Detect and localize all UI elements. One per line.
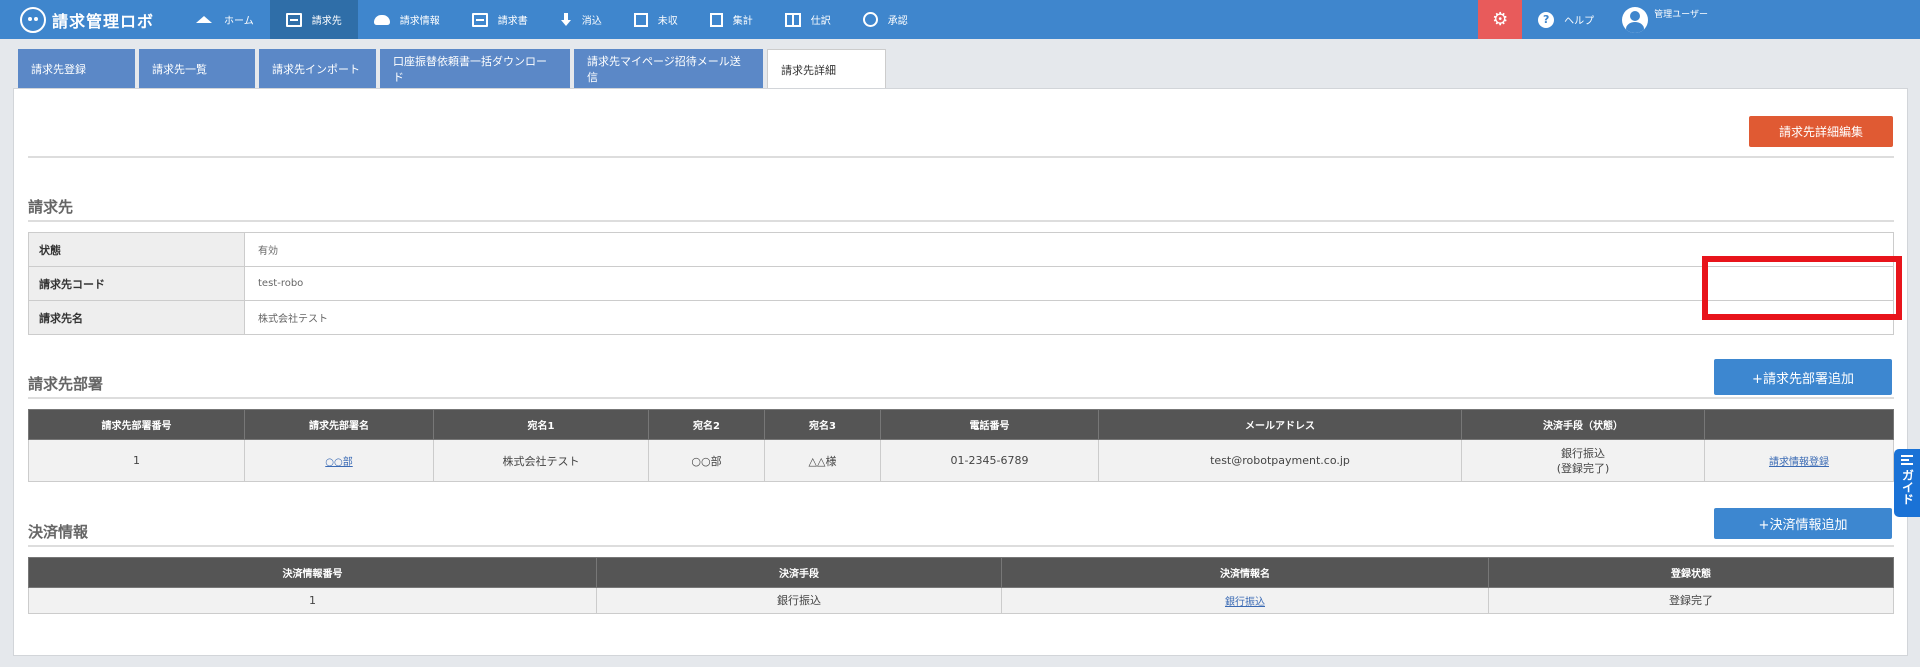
add-department-button[interactable]: +請求先部署追加 <box>1714 359 1892 395</box>
edit-client-button[interactable]: 請求先詳細編集 <box>1749 116 1893 147</box>
client-name-key: 請求先名 <box>28 300 245 335</box>
avatar-icon <box>1622 6 1649 33</box>
add-payment-button[interactable]: +決済情報追加 <box>1714 508 1892 539</box>
dept-addr1: 株式会社テスト <box>433 439 649 482</box>
tab-mypage-invite[interactable]: 請求先マイページ招待メール送信 <box>574 49 763 88</box>
column-header: 決済手段 <box>596 557 1002 588</box>
columns-icon <box>784 12 801 27</box>
billing-info-table: 状態 有効 請求先コード test-robo 請求先名 株式会社テスト <box>28 232 1894 335</box>
column-header: 宛名2 <box>648 409 765 440</box>
help-icon: ? <box>1538 11 1555 28</box>
dept-email: test@robotpayment.co.jp <box>1098 439 1462 482</box>
cloud-icon <box>373 14 390 25</box>
departments-section-title: 請求先部署 <box>28 375 104 393</box>
nav-unpaid[interactable]: 未収 <box>618 0 694 39</box>
table-row: 請求先名 株式会社テスト <box>28 300 1894 335</box>
departments-table: 請求先部署番号 請求先部署名 宛名1 宛名2 宛名3 電話番号 メールアドレス … <box>28 409 1894 482</box>
header-tools: ⚙ ? ヘルプ 管理ユーザー <box>1478 0 1920 39</box>
robot-logo-icon <box>20 6 46 33</box>
table-header-row: 決済情報番号 決済手段 決済情報名 登録状態 <box>28 557 1894 588</box>
sub-tabs: 請求先登録 請求先一覧 請求先インポート 口座振替依頼書一括ダウンロード 請求先… <box>18 49 886 90</box>
main-nav: ホーム 請求先 請求情報 請求書 消込 未収 集計 仕訳 承認 <box>180 0 924 39</box>
table-row: 1 銀行振込 銀行振込 登録完了 <box>28 587 1894 614</box>
check-circle-icon <box>862 12 878 27</box>
column-header: 登録状態 <box>1488 557 1894 588</box>
calculator-icon <box>709 12 723 27</box>
register-billing-info-link[interactable]: 請求情報登録 <box>1769 457 1829 468</box>
divider <box>28 397 1894 399</box>
tab-client-list[interactable]: 請求先一覧 <box>139 49 255 88</box>
payment-name-cell: 銀行振込 <box>1001 587 1489 614</box>
building-icon <box>285 12 302 27</box>
download-icon <box>560 12 572 27</box>
column-header: 請求先部署名 <box>244 409 434 440</box>
client-name-value: 株式会社テスト <box>244 300 1894 335</box>
settings-button[interactable]: ⚙ <box>1478 0 1523 39</box>
highlight-box <box>1702 256 1902 320</box>
user-menu[interactable]: 管理ユーザー <box>1622 0 1920 39</box>
divider <box>28 545 1894 547</box>
nav-journal[interactable]: 仕訳 <box>769 0 847 39</box>
dept-action-cell: 請求情報登録 <box>1704 439 1894 482</box>
list-icon <box>471 12 488 27</box>
dept-name-cell: ○○部 <box>244 439 434 482</box>
table-row: 請求先コード test-robo <box>28 266 1894 301</box>
guide-icon <box>1901 455 1913 465</box>
nav-summary[interactable]: 集計 <box>694 0 769 39</box>
column-header: 宛名3 <box>764 409 881 440</box>
checkbox-icon <box>633 12 648 27</box>
dept-addr2: ○○部 <box>648 439 765 482</box>
top-navigation-bar: 請求管理ロボ ホーム 請求先 請求情報 請求書 消込 未収 集計 仕訳 承認 ⚙… <box>0 0 1920 39</box>
payment-table: 決済情報番号 決済手段 決済情報名 登録状態 1 銀行振込 銀行振込 登録完了 <box>28 557 1894 614</box>
app-logo[interactable]: 請求管理ロボ <box>0 0 180 39</box>
column-header: 電話番号 <box>880 409 1099 440</box>
client-code-value: test-robo <box>244 266 1894 301</box>
gear-icon: ⚙ <box>1492 9 1509 30</box>
column-header <box>1704 409 1894 440</box>
dept-name-link[interactable]: ○○部 <box>325 457 352 468</box>
logo-text: 請求管理ロボ <box>52 11 155 31</box>
billing-section-title: 請求先 <box>28 198 74 216</box>
client-code-key: 請求先コード <box>28 266 245 301</box>
payment-status: 登録完了 <box>1488 587 1894 614</box>
nav-billing-info[interactable]: 請求情報 <box>358 0 456 39</box>
home-icon <box>196 16 212 23</box>
guide-button[interactable]: ガイド <box>1894 449 1920 517</box>
divider <box>28 156 1894 158</box>
tab-client-register[interactable]: 請求先登録 <box>18 49 135 88</box>
column-header: メールアドレス <box>1098 409 1462 440</box>
payment-method: 銀行振込 <box>596 587 1002 614</box>
dept-phone: 01-2345-6789 <box>880 439 1099 482</box>
tab-client-import[interactable]: 請求先インポート <box>259 49 376 88</box>
payment-number: 1 <box>28 587 597 614</box>
nav-invoice[interactable]: 請求書 <box>456 0 544 39</box>
nav-approval[interactable]: 承認 <box>847 0 924 39</box>
nav-home[interactable]: ホーム <box>180 0 270 39</box>
tab-bulk-download[interactable]: 口座振替依頼書一括ダウンロード <box>380 49 570 88</box>
client-detail-panel: 請求先詳細編集 請求先 状態 有効 請求先コード test-robo 請求先名 … <box>13 88 1908 656</box>
dept-payment-status: 銀行振込 (登録完了) <box>1461 439 1705 482</box>
nav-reconcile[interactable]: 消込 <box>544 0 618 39</box>
column-header: 決済手段（状態） <box>1461 409 1705 440</box>
column-header: 決済情報名 <box>1001 557 1489 588</box>
status-value: 有効 <box>244 232 1894 267</box>
column-header: 請求先部署番号 <box>28 409 245 440</box>
table-row: 1 ○○部 株式会社テスト ○○部 △△様 01-2345-6789 test@… <box>28 439 1894 482</box>
guide-label: ガイド <box>1900 469 1915 505</box>
dept-addr3: △△様 <box>764 439 881 482</box>
column-header: 決済情報番号 <box>28 557 597 588</box>
column-header: 宛名1 <box>433 409 649 440</box>
table-row: 状態 有効 <box>28 232 1894 267</box>
tab-client-detail[interactable]: 請求先詳細 <box>767 49 886 90</box>
dept-number: 1 <box>28 439 245 482</box>
divider <box>28 220 1894 222</box>
table-header-row: 請求先部署番号 請求先部署名 宛名1 宛名2 宛名3 電話番号 メールアドレス … <box>28 409 1894 440</box>
help-link[interactable]: ? ヘルプ <box>1522 0 1622 39</box>
payment-name-link[interactable]: 銀行振込 <box>1225 597 1265 608</box>
nav-billing-client[interactable]: 請求先 <box>269 0 358 39</box>
payment-section-title: 決済情報 <box>28 523 89 541</box>
status-key: 状態 <box>28 232 245 267</box>
